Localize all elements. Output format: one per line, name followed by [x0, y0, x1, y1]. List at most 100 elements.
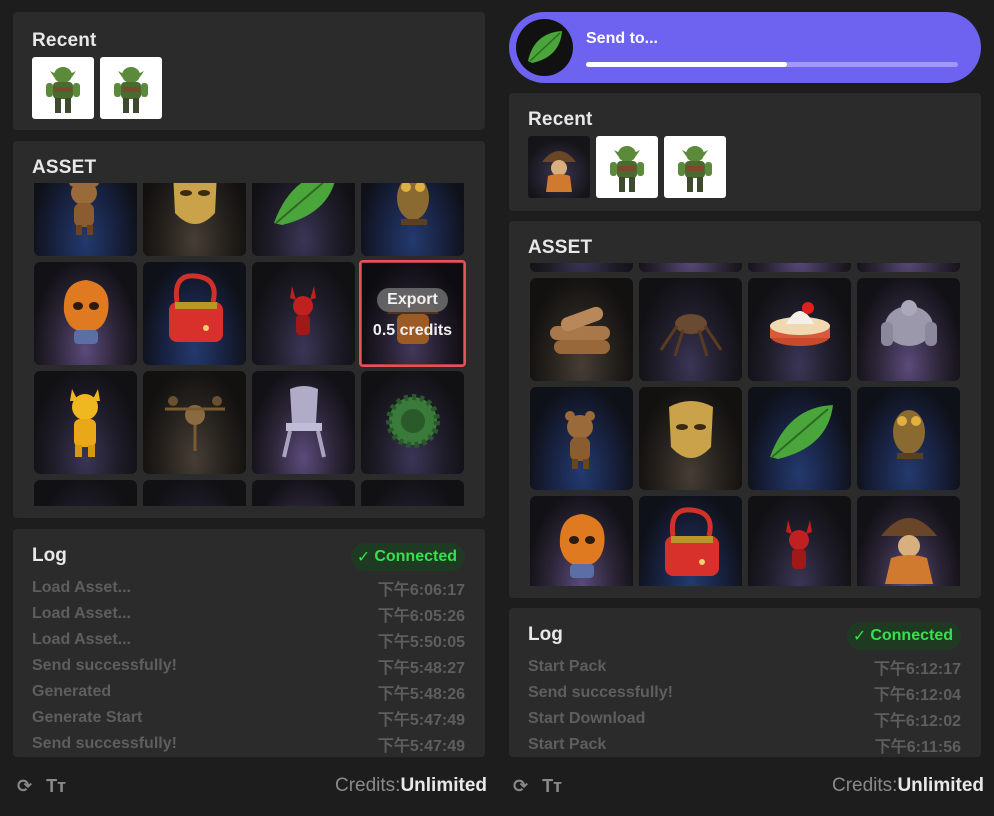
pirate-figure-icon: [881, 518, 937, 584]
goblin-icon: [678, 146, 712, 192]
owl-icon: [893, 410, 925, 459]
asset-tile-leaf[interactable]: [252, 183, 355, 256]
handbag-icon: [665, 507, 719, 576]
leaf-icon: [770, 405, 833, 459]
checkmark-icon: ✓: [852, 628, 867, 645]
asset-tile-red-imp[interactable]: [748, 496, 851, 586]
chair-icon: [282, 386, 326, 458]
recent-panel: Recent: [13, 12, 485, 130]
send-to-progress-bar: Send to...: [509, 12, 981, 83]
log-entry: Load Asset... 下午6:05:26: [32, 605, 465, 625]
asset-tile-partial-4[interactable]: [857, 263, 960, 272]
log-title: Log: [32, 545, 67, 566]
gold-mask-icon: [173, 183, 217, 224]
recent-title: Recent: [528, 109, 593, 130]
asset-tile-mechanical-bird[interactable]: [143, 371, 246, 474]
log-entry: Load Asset... 下午5:50:05: [32, 631, 465, 651]
green-sun-icon: [386, 394, 440, 448]
owl-icon: [397, 183, 429, 225]
asset-tile-partial-3[interactable]: [252, 480, 355, 506]
credits-display: Credits:Unlimited: [831, 775, 984, 796]
asset-grid-scroll[interactable]: [530, 263, 963, 586]
spider-bot-icon: [659, 314, 723, 357]
asset-tile-red-imp[interactable]: [252, 262, 355, 365]
asset-tile-golem[interactable]: [857, 278, 960, 381]
refresh-icon[interactable]: ⟳: [513, 776, 528, 797]
asset-tile-partial-2[interactable]: [143, 480, 246, 506]
log-entry: Start Download 下午6:12:02: [528, 710, 961, 730]
handbag-icon: [169, 273, 223, 342]
imp-icon: [786, 520, 812, 569]
recent-asset-goblin-1[interactable]: [596, 136, 658, 198]
leaf-icon: [528, 31, 562, 63]
asset-tile-pirate[interactable]: [857, 496, 960, 586]
asset-tile-green-sun[interactable]: [361, 371, 464, 474]
asset-tile-partial-3[interactable]: [748, 263, 851, 272]
export-overlay: Export 0.5 credits: [361, 262, 464, 365]
fire-creature-icon: [63, 280, 109, 344]
log-entry: Send successfully! 下午5:48:27: [32, 657, 465, 677]
asset-tile-partial-2[interactable]: [639, 263, 742, 272]
asset-tile-red-bag[interactable]: [639, 496, 742, 586]
recent-asset-pirate[interactable]: [528, 136, 590, 198]
progress-fill: [586, 62, 787, 67]
asset-tile-owl[interactable]: [361, 183, 464, 256]
recent-title: Recent: [32, 30, 97, 51]
recent-asset-goblin-2[interactable]: [100, 57, 162, 119]
log-entry: Send successfully! 下午5:47:49: [32, 735, 465, 755]
asset-tile-spider-bot[interactable]: [639, 278, 742, 381]
leaf-icon: [274, 183, 335, 225]
text-size-icon[interactable]: Tт: [542, 776, 562, 797]
checkmark-icon: ✓: [356, 549, 371, 566]
asset-tile-yellow-cat[interactable]: [34, 371, 137, 474]
asset-tile-partial-1[interactable]: [530, 263, 633, 272]
connection-status-text: Connected: [870, 627, 953, 644]
mechanical-bird-icon: [165, 396, 225, 451]
log-entry: Load Asset... 下午6:06:17: [32, 579, 465, 599]
recent-panel: Recent: [509, 93, 981, 211]
fire-creature-icon: [559, 514, 605, 578]
goblin-icon: [610, 146, 644, 192]
log-entry: Generate Start 下午5:47:49: [32, 709, 465, 729]
log-list[interactable]: Start Pack 下午6:12:17 Send successfully! 下午…: [528, 654, 961, 757]
asset-tile-fire-creature[interactable]: [530, 496, 633, 586]
asset-tile-chair[interactable]: [252, 371, 355, 474]
golem-icon: [881, 300, 937, 346]
asset-tile-pirate-selected[interactable]: Export 0.5 credits: [359, 260, 466, 367]
asset-panel: ASSET: [13, 141, 485, 518]
asset-tile-leaf[interactable]: [748, 387, 851, 490]
asset-tile-fire-creature[interactable]: [34, 262, 137, 365]
asset-tile-partial-4[interactable]: [361, 480, 464, 506]
logs-icon: [550, 306, 610, 354]
log-list[interactable]: Load Asset... 下午6:06:17 Load Asset... 下午6:…: [32, 575, 465, 757]
cake-icon: [770, 302, 830, 346]
recent-asset-goblin-1[interactable]: [32, 57, 94, 119]
connection-status-badge: ✓ Connected: [350, 543, 465, 571]
export-button[interactable]: Export: [377, 287, 448, 312]
asset-panel: ASSET: [509, 221, 981, 598]
asset-tile-logs[interactable]: [530, 278, 633, 381]
refresh-icon[interactable]: ⟳: [17, 776, 32, 797]
asset-tile-cake[interactable]: [748, 278, 851, 381]
pirate-figure-icon: [542, 151, 576, 192]
asset-tile-bear[interactable]: [34, 183, 137, 256]
log-entry: Start Pack 下午6:12:17: [528, 658, 961, 678]
sending-asset-thumbnail: [516, 19, 573, 76]
text-size-icon[interactable]: Tт: [46, 776, 66, 797]
asset-grid-scroll[interactable]: Export 0.5 credits: [34, 183, 467, 506]
asset-tile-red-bag[interactable]: [143, 262, 246, 365]
log-entry: Generated 下午5:48:26: [32, 683, 465, 703]
log-entry: Send successfully! 下午6:12:04: [528, 684, 961, 704]
asset-tile-gold-mask[interactable]: [143, 183, 246, 256]
asset-title: ASSET: [528, 237, 593, 258]
recent-asset-goblin-2[interactable]: [664, 136, 726, 198]
asset-tile-bear[interactable]: [530, 387, 633, 490]
log-panel: Log ✓ Connected Load Asset... 下午6:06:17 L…: [13, 529, 485, 757]
asset-tile-gold-mask[interactable]: [639, 387, 742, 490]
connection-status-text: Connected: [374, 548, 457, 565]
asset-tile-owl[interactable]: [857, 387, 960, 490]
cat-figure-icon: [70, 389, 100, 457]
progress-track: [586, 62, 958, 67]
asset-tile-partial-1[interactable]: [34, 480, 137, 506]
log-panel: Log ✓ Connected Start Pack 下午6:12:17 Send…: [509, 608, 981, 757]
